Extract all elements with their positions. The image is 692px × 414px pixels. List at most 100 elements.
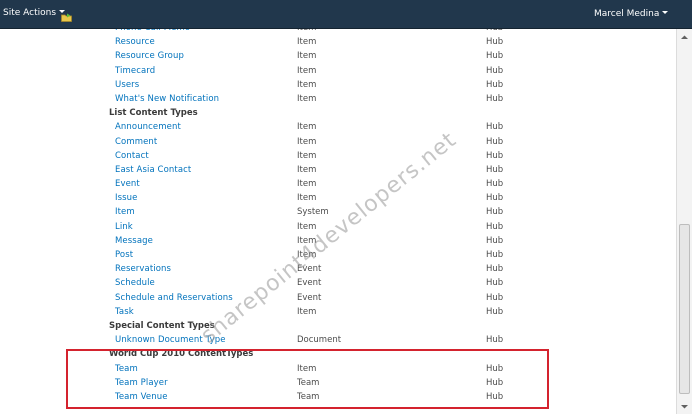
- site-actions-menu[interactable]: Site Actions: [3, 8, 66, 18]
- source-value: Hub: [486, 235, 504, 246]
- source-value: Hub: [486, 221, 504, 232]
- parent-type: Item: [297, 306, 317, 317]
- group-heading: Special Content Types: [0, 319, 676, 333]
- content-type-link[interactable]: Post: [115, 250, 133, 260]
- parent-type: Item: [297, 79, 317, 90]
- content-type-link[interactable]: Announcement: [115, 122, 181, 132]
- table-row: East Asia Contact Item Hub: [0, 163, 676, 177]
- content-type-rows: Phone Call MemoItemHubResourceItemHubRes…: [0, 29, 676, 404]
- group-title: List Content Types: [109, 108, 198, 119]
- table-row: Comment Item Hub: [0, 135, 676, 149]
- table-row: Resource Group Item Hub: [0, 49, 676, 63]
- source-value: Hub: [486, 306, 504, 317]
- user-menu[interactable]: Marcel Medina: [594, 9, 669, 19]
- content-type-link[interactable]: Message: [115, 236, 153, 246]
- source-value: Hub: [486, 37, 504, 48]
- content-type-link[interactable]: Users: [115, 80, 139, 90]
- table-row: Task Item Hub: [0, 305, 676, 319]
- source-value: Hub: [486, 278, 504, 289]
- scroll-down-icon[interactable]: [679, 401, 690, 412]
- table-row: Schedule and Reservations Event Hub: [0, 291, 676, 305]
- content-type-link[interactable]: Issue: [115, 193, 137, 203]
- parent-type: Item: [297, 122, 317, 133]
- parent-type: Item: [297, 37, 317, 48]
- parent-type: Event: [297, 278, 322, 289]
- parent-type: System: [297, 207, 329, 218]
- content-types-list: Phone Call MemoItemHubResourceItemHubRes…: [0, 29, 676, 414]
- table-row: Event Item Hub: [0, 177, 676, 191]
- parent-type: Item: [297, 51, 317, 62]
- parent-type: Item: [297, 221, 317, 232]
- source-value: Hub: [486, 164, 504, 175]
- content-type-link[interactable]: Resource Group: [115, 51, 184, 61]
- source-value: Hub: [486, 122, 504, 133]
- table-row: Unknown Document Type Document Hub: [0, 333, 676, 347]
- parent-type: Item: [297, 93, 317, 104]
- site-actions-label: Site Actions: [3, 8, 57, 18]
- parent-type: Item: [297, 29, 316, 33]
- highlight-box: [66, 349, 549, 409]
- content-type-link[interactable]: Resource: [115, 37, 155, 47]
- table-row: Contact Item Hub: [0, 149, 676, 163]
- parent-type: Event: [297, 292, 322, 303]
- group-heading: List Content Types: [0, 106, 676, 120]
- table-row: Issue Item Hub: [0, 191, 676, 205]
- parent-type: Item: [297, 150, 317, 161]
- source-value: Hub: [486, 292, 504, 303]
- source-value: Hub: [486, 150, 504, 161]
- content-type-link[interactable]: Unknown Document Type: [115, 335, 226, 345]
- source-value: Hub: [486, 179, 504, 190]
- source-value: Hub: [486, 335, 504, 346]
- source-value: Hub: [486, 264, 504, 275]
- source-value: Hub: [486, 29, 503, 33]
- content-type-link[interactable]: Schedule and Reservations: [115, 293, 233, 303]
- group-title: Special Content Types: [109, 320, 215, 331]
- content-type-link[interactable]: Timecard: [115, 66, 155, 76]
- scroll-up-icon[interactable]: [679, 32, 690, 43]
- parent-type: Event: [297, 264, 322, 275]
- table-row: Users Item Hub: [0, 78, 676, 92]
- parent-type: Item: [297, 235, 317, 246]
- parent-type: Item: [297, 250, 317, 260]
- parent-type: Item: [297, 136, 317, 147]
- table-row: Schedule Event Hub: [0, 276, 676, 290]
- table-row: What's New Notification Item Hub: [0, 92, 676, 106]
- content-type-link[interactable]: Schedule: [115, 278, 155, 288]
- table-row: Link Item Hub: [0, 220, 676, 234]
- parent-type: Item: [297, 193, 317, 204]
- content-type-link[interactable]: Task: [115, 307, 134, 317]
- source-value: Hub: [486, 136, 504, 147]
- table-row: Reservations Event Hub: [0, 262, 676, 276]
- table-row: Resource Item Hub: [0, 35, 676, 49]
- source-value: Hub: [486, 65, 504, 76]
- table-row: Item System Hub: [0, 205, 676, 219]
- content-type-link[interactable]: Item: [115, 207, 135, 217]
- content-type-link[interactable]: Phone Call Memo: [115, 29, 190, 33]
- content-type-link[interactable]: Contact: [115, 151, 149, 161]
- parent-type: Document: [297, 335, 342, 346]
- source-value: Hub: [486, 79, 504, 90]
- content-type-link[interactable]: Event: [115, 179, 140, 189]
- source-value: Hub: [486, 193, 504, 204]
- chevron-down-icon: [662, 11, 669, 14]
- content-type-link[interactable]: Link: [115, 222, 133, 232]
- vertical-scrollbar[interactable]: [676, 29, 692, 414]
- content-type-link[interactable]: Reservations: [115, 264, 171, 274]
- source-value: Hub: [486, 51, 504, 62]
- table-row: Announcement Item Hub: [0, 120, 676, 134]
- content-type-link[interactable]: Comment: [115, 137, 157, 147]
- parent-type: Item: [297, 179, 317, 190]
- parent-type: Item: [297, 65, 317, 76]
- content-type-link[interactable]: What's New Notification: [115, 94, 219, 104]
- table-row: Message Item Hub: [0, 234, 676, 248]
- scrollbar-thumb[interactable]: [679, 224, 690, 394]
- parent-type: Item: [297, 164, 317, 175]
- table-row: Post Item Hub: [0, 248, 676, 262]
- ribbon-bar: Site Actions Marcel Medina: [0, 0, 692, 29]
- source-value: Hub: [486, 250, 504, 260]
- folder-arrow-icon[interactable]: [61, 13, 72, 22]
- table-row: Timecard Item Hub: [0, 64, 676, 78]
- content-type-link[interactable]: East Asia Contact: [115, 165, 191, 175]
- source-value: Hub: [486, 93, 504, 104]
- user-name: Marcel Medina: [594, 9, 660, 19]
